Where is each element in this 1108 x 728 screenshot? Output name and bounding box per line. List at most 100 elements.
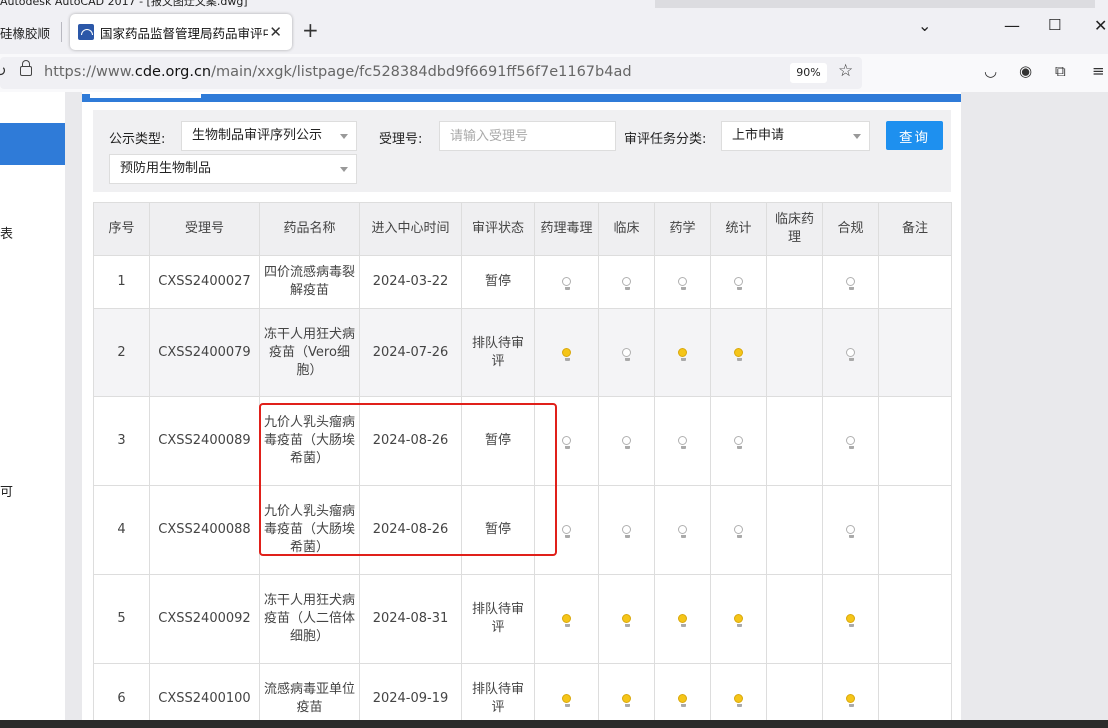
lightbulb-on-icon (734, 614, 743, 627)
cell-review-light (598, 663, 655, 728)
cell-review-light (654, 485, 711, 575)
cell-date: 2024-09-19 (359, 663, 462, 728)
new-tab-button[interactable]: + (302, 18, 319, 42)
section-tab-active[interactable] (90, 94, 201, 98)
cell-review-light (766, 574, 823, 664)
cell-review-light (822, 255, 879, 309)
column-header: 受理号 (149, 202, 260, 256)
zoom-level-badge[interactable]: 90% (790, 63, 827, 83)
cell-review-light (598, 396, 655, 486)
maximize-icon[interactable]: ☐ (1048, 16, 1061, 34)
cell-no: 4 (93, 485, 150, 575)
tab-active-label: 国家药品监督管理局药品审评中 (100, 25, 268, 41)
pocket-icon[interactable]: ◡ (984, 62, 997, 80)
cell-name: 九价人乳头瘤病毒疫苗（大肠埃希菌） (259, 396, 360, 486)
lightbulb-off-icon (846, 436, 855, 449)
table-row[interactable]: 6 CXSS2400100 流感病毒亚单位疫苗 2024-09-19 排队待审评 (93, 663, 952, 728)
navigation-bar: ↻ https://www.cde.org.cn/main/xxgk/listp… (0, 54, 1108, 92)
lightbulb-on-icon (678, 614, 687, 627)
cell-remark (878, 574, 952, 664)
tab-inactive[interactable]: 硅橡胶顺 (0, 14, 62, 50)
sidebar-active-item[interactable] (0, 123, 65, 165)
task-label: 审评任务分类: (624, 132, 707, 147)
reload-icon[interactable]: ↻ (0, 62, 7, 80)
cell-review-light (766, 663, 823, 728)
lock-icon[interactable] (20, 60, 32, 76)
cell-no: 6 (93, 663, 150, 728)
cell-review-light (598, 308, 655, 397)
cell-remark (878, 396, 952, 486)
lightbulb-off-icon (734, 436, 743, 449)
account-icon[interactable]: ◉ (1019, 62, 1032, 80)
cell-review-light (654, 574, 711, 664)
lightbulb-off-icon (562, 277, 571, 290)
lightbulb-on-icon (562, 614, 571, 627)
address-bar[interactable]: ↻ https://www.cde.org.cn/main/xxgk/listp… (0, 57, 862, 89)
lightbulb-off-icon (734, 277, 743, 290)
task-select[interactable]: 上市申请 (721, 121, 870, 151)
table-row[interactable]: 4 CXSS2400088 九价人乳头瘤病毒疫苗（大肠埃希菌） 2024-08-26 暂… (93, 485, 952, 575)
cell-review-light (534, 308, 599, 397)
lightbulb-on-icon (678, 347, 687, 361)
column-header: 临床药理 (766, 202, 823, 256)
table-row[interactable]: 1 CXSS2400027 四价流感病毒裂解疫苗 2024-03-22 暂停 (93, 255, 952, 309)
cell-review-light (822, 574, 879, 664)
cell-no: 5 (93, 574, 150, 664)
lightbulb-on-icon (846, 693, 855, 707)
tab-close-icon[interactable]: ✕ (269, 23, 282, 41)
chevron-down-icon (853, 134, 861, 139)
lightbulb-off-icon (678, 525, 687, 538)
column-header: 药学 (654, 202, 711, 256)
lightbulb-off-icon (846, 277, 855, 290)
lightbulb-on-icon (846, 614, 855, 627)
cell-review-light (822, 485, 879, 575)
lightbulb-on-icon (734, 347, 743, 361)
bookmark-star-icon[interactable]: ☆ (838, 61, 853, 81)
column-header: 备注 (878, 202, 952, 256)
cell-accept: CXSS2400100 (149, 663, 260, 728)
column-header: 药理毒理 (534, 202, 599, 256)
cell-review-light (822, 396, 879, 486)
close-window-icon[interactable]: ✕ (1094, 16, 1107, 35)
lightbulb-off-icon (562, 436, 571, 449)
section-tab-bar (82, 94, 961, 102)
minimize-icon[interactable]: — (1004, 16, 1020, 35)
extensions-icon[interactable]: ⧉ (1055, 62, 1066, 80)
column-header: 统计 (710, 202, 767, 256)
cell-review-light (822, 308, 879, 397)
subtype-select[interactable]: 预防用生物制品 (109, 154, 357, 184)
cell-no: 2 (93, 308, 150, 397)
lightbulb-off-icon (678, 277, 687, 290)
type-select[interactable]: 生物制品审评序列公示 (181, 121, 357, 151)
cell-review-light (534, 663, 599, 728)
cell-name: 冻干人用狂犬病疫苗（人二倍体细胞） (259, 574, 360, 664)
query-button[interactable]: 查询 (886, 121, 943, 150)
table-row[interactable]: 5 CXSS2400092 冻干人用狂犬病疫苗（人二倍体细胞） 2024-08-31 排… (93, 574, 952, 664)
table-row[interactable]: 3 CXSS2400089 九价人乳头瘤病毒疫苗（大肠埃希菌） 2024-08-26 暂… (93, 396, 952, 486)
cell-name: 九价人乳头瘤病毒疫苗（大肠埃希菌） (259, 485, 360, 575)
lightbulb-off-icon (622, 436, 631, 449)
cell-date: 2024-08-26 (359, 396, 462, 486)
review-table: 序号 受理号 药品名称 进入中心时间 审评状态 药理毒理 临床 药学 统计 临床药理 合规 备注 1C… (93, 202, 952, 728)
cell-no: 1 (93, 255, 150, 309)
cell-status: 暂停 (461, 485, 535, 575)
sidebar-item-fragment[interactable]: 表 (0, 223, 13, 242)
tab-active[interactable]: 国家药品监督管理局药品审评中 ✕ (70, 14, 292, 50)
column-header: 药品名称 (259, 202, 360, 256)
menu-icon[interactable]: ≡ (1092, 62, 1105, 80)
background-window-strip: Autodesk AutoCAD 2017 - [报文图迂文案.dwg] (0, 0, 1108, 8)
type-label: 公示类型: (109, 132, 166, 147)
sidebar-item-fragment[interactable]: 可 (0, 481, 13, 500)
url-text[interactable]: https://www.cde.org.cn/main/xxgk/listpag… (44, 64, 632, 80)
table-row[interactable]: 2 CXSS2400079 冻干人用狂犬病疫苗（Vero细胞） 2024-07-26 排… (93, 308, 952, 397)
accept-number-input[interactable] (439, 121, 616, 151)
filter-panel: 公示类型: 生物制品审评序列公示 受理号: 审评任务分类: 上市申请 查询 预防… (93, 110, 951, 192)
cell-status: 暂停 (461, 396, 535, 486)
accept-label: 受理号: (379, 132, 423, 147)
background-window-toolbar (655, 0, 1095, 8)
lightbulb-on-icon (622, 693, 631, 707)
main-panel: 公示类型: 生物制品审评序列公示 受理号: 审评任务分类: 上市申请 查询 预防… (82, 92, 961, 728)
cell-review-light (710, 485, 767, 575)
tab-list-icon[interactable]: ⌄ (918, 16, 931, 35)
cell-remark (878, 308, 952, 397)
